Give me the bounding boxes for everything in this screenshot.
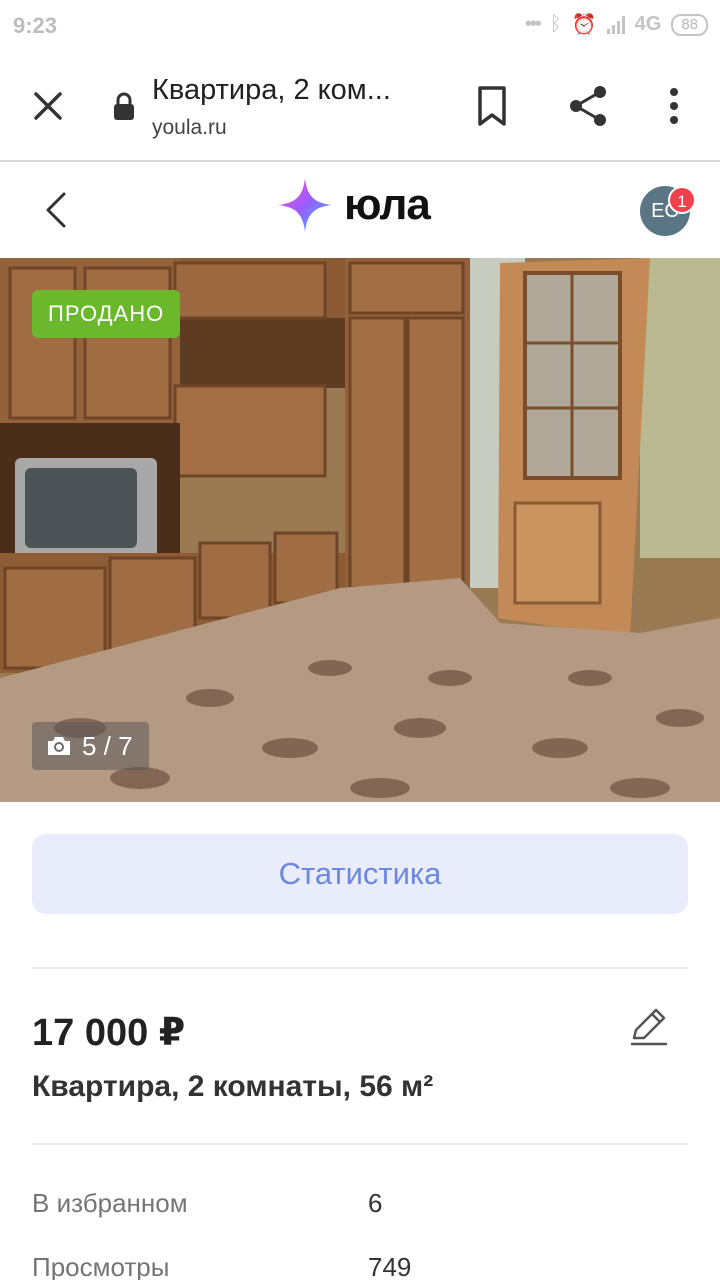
back-icon[interactable] (40, 190, 74, 230)
camera-icon (48, 737, 70, 755)
divider (32, 1143, 688, 1145)
divider (32, 967, 688, 969)
star-logo-icon (278, 178, 332, 232)
logo-text: юла (344, 180, 431, 229)
share-icon[interactable] (566, 82, 610, 130)
listing-title: Квартира, 2 комнаты, 56 м² (32, 1070, 434, 1103)
alarm-icon: ⏰ (571, 14, 597, 36)
site-header: юла ЕС 1 (0, 162, 720, 258)
listing-price: 17 000 ₽ (32, 1012, 186, 1054)
close-icon[interactable] (28, 86, 68, 126)
status-time: 9:23 (13, 13, 58, 38)
browser-toolbar: Квартира, 2 ком... youla.ru (0, 52, 720, 162)
page-domain[interactable]: youla.ru (152, 116, 227, 140)
statistics-button[interactable]: Статистика (32, 834, 688, 914)
views-label: Просмотры (32, 1252, 170, 1280)
battery-icon: 88 (671, 13, 708, 36)
status-icons: ••• ᛒ ⏰ 4G 88 (525, 12, 708, 37)
favorites-value: 6 (368, 1188, 383, 1218)
network-type: 4G (634, 13, 662, 35)
photo-counter: 5 / 7 (32, 722, 149, 770)
edit-icon[interactable] (628, 1006, 670, 1048)
bookmark-icon[interactable] (472, 84, 512, 128)
page-title[interactable]: Квартира, 2 ком... (152, 74, 391, 107)
youla-logo[interactable]: юла (276, 176, 431, 234)
status-bar: 9:23 ••• ᛒ ⏰ 4G 88 (0, 0, 720, 52)
views-value: 749 (368, 1252, 412, 1280)
photo-counter-text: 5 / 7 (82, 731, 133, 761)
lock-icon (114, 92, 134, 120)
notification-badge: 1 (668, 186, 696, 214)
listing-photo[interactable]: ПРОДАНО 5 / 7 (0, 258, 720, 802)
sold-status-badge: ПРОДАНО (32, 290, 181, 338)
more-options-icon[interactable] (658, 84, 690, 128)
room-photo-image (0, 258, 720, 802)
favorites-label: В избранном (32, 1188, 188, 1218)
more-notifications-icon: ••• (524, 13, 542, 35)
bluetooth-icon: ᛒ (549, 13, 562, 35)
signal-icon (606, 15, 625, 34)
